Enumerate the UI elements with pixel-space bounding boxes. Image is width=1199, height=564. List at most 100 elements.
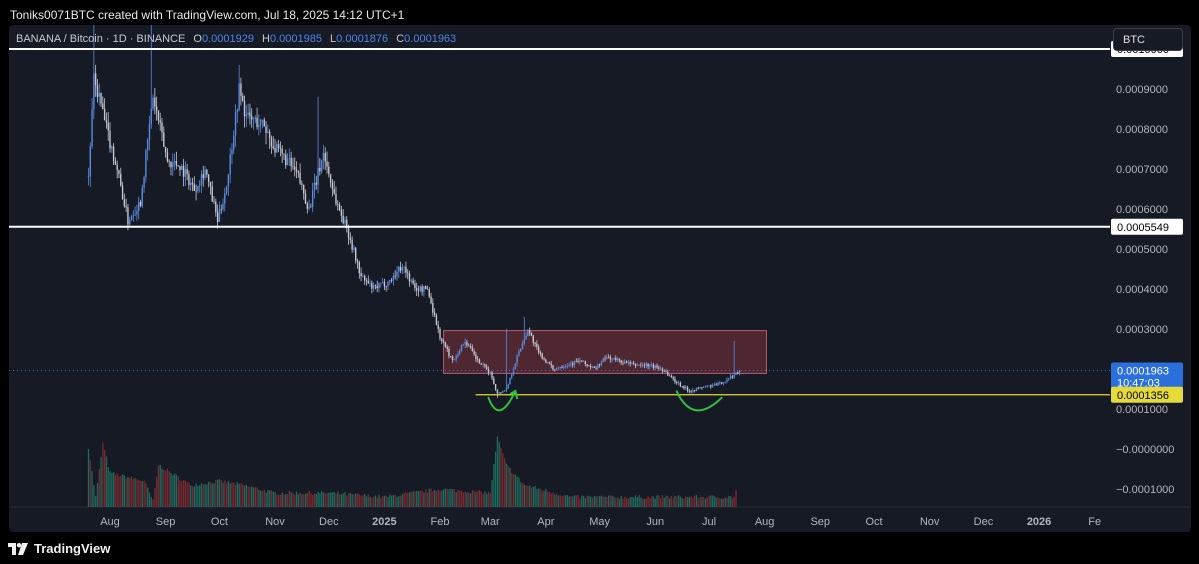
volume-bar: [389, 494, 391, 507]
volume-bar: [459, 490, 461, 507]
volume-bar: [213, 483, 215, 507]
volume-bar: [615, 498, 617, 507]
volume-bar: [288, 491, 291, 507]
candle-body: [536, 343, 538, 347]
volume-bar: [611, 496, 613, 507]
volume-bar: [222, 482, 224, 507]
x-tick-label: Sep: [156, 516, 176, 528]
candle-body: [247, 112, 249, 115]
volume-bar: [550, 493, 552, 507]
volume-bar: [536, 488, 538, 507]
volume-bar: [719, 498, 721, 507]
candle-body: [546, 362, 549, 363]
support-label: 0.0001356: [1117, 390, 1169, 402]
candle-body: [387, 281, 389, 287]
volume-bar: [132, 479, 135, 507]
candle-body: [118, 170, 120, 174]
volume-bar: [624, 496, 626, 507]
volume-bar: [507, 465, 509, 507]
volume-bar: [385, 495, 387, 507]
candle-body: [475, 354, 477, 359]
volume-bar: [685, 496, 687, 507]
volume-bar: [265, 492, 267, 507]
candle-body: [437, 324, 439, 329]
candle-body: [392, 275, 395, 281]
x-tick-label: Oct: [865, 516, 882, 528]
volume-bar: [547, 491, 549, 507]
volume-bar: [663, 497, 665, 507]
candle-body: [457, 354, 459, 357]
volume-bar: [672, 497, 674, 507]
candle-body: [306, 203, 308, 209]
volume-bar: [625, 497, 628, 507]
candle-body: [679, 382, 682, 387]
candle-body: [258, 124, 260, 128]
candle-body: [195, 190, 197, 192]
volume-bar: [608, 495, 610, 507]
volume-bar: [493, 463, 495, 507]
volume-bar: [704, 498, 707, 507]
volume-bar: [102, 442, 104, 507]
candle-body: [389, 279, 391, 282]
volume-bar: [355, 493, 357, 507]
volume-bar: [426, 492, 429, 507]
volume-bar: [435, 490, 438, 507]
volume-bar: [263, 489, 265, 507]
candle-body: [403, 266, 405, 268]
tradingview-brand[interactable]: TradingView: [8, 541, 110, 556]
candle-body: [143, 177, 145, 188]
volume-bar: [87, 448, 90, 507]
candle-body: [514, 363, 517, 369]
volume-bar: [668, 498, 671, 507]
candle-body: [473, 351, 475, 355]
candle-body: [469, 346, 472, 348]
candle-body: [737, 372, 739, 374]
candle-body: [530, 332, 533, 336]
volume-bar: [170, 472, 172, 507]
candle-body: [674, 378, 676, 383]
volume-bar: [163, 470, 165, 507]
volume-bar: [168, 471, 170, 507]
volume-bar: [441, 490, 443, 507]
volume-bar: [694, 495, 696, 507]
candle-body: [111, 146, 113, 149]
candle-body: [175, 161, 178, 166]
currency-button[interactable]: BTC: [1113, 28, 1183, 51]
candle-body: [286, 158, 289, 166]
volume-bar: [362, 495, 364, 507]
volume-bar: [446, 488, 448, 507]
volume-bar: [251, 486, 253, 507]
candle-body: [197, 185, 199, 192]
volume-bar: [557, 495, 560, 507]
price-chart[interactable]: 0.0009000 0.0008000 0.0007000 0.0006000 0.00…: [9, 25, 1191, 532]
volume-bar: [227, 480, 230, 507]
y-tick-label: 0.0006000: [1116, 204, 1168, 216]
candle-body: [471, 347, 473, 352]
volume-bar: [396, 497, 398, 507]
candle-body: [537, 346, 540, 353]
volume-bar: [604, 496, 606, 507]
candle-body: [722, 382, 725, 384]
candle-body: [207, 174, 210, 182]
candle-body: [272, 146, 274, 148]
volume-bar: [670, 496, 673, 507]
candle-body: [363, 275, 366, 281]
volume-bar: [306, 492, 308, 507]
volume-bar: [247, 486, 249, 507]
volume-bar: [514, 474, 517, 507]
candle-body: [347, 228, 350, 238]
volume-bar: [652, 496, 655, 507]
candle-body: [369, 283, 371, 284]
volume-bar: [401, 493, 404, 507]
candle-body: [105, 120, 108, 123]
chart-pane[interactable]: 0.0009000 0.0008000 0.0007000 0.0006000 0.00…: [9, 25, 1191, 532]
volume-bar: [231, 482, 233, 507]
volume-bar: [408, 492, 411, 507]
candle-body: [658, 367, 660, 369]
volume-bar: [200, 483, 203, 507]
volume-bar: [100, 457, 102, 507]
volume-bar: [451, 489, 454, 507]
volume-bar: [692, 498, 694, 507]
volume-bar: [208, 481, 210, 507]
volume-bar: [195, 483, 197, 507]
